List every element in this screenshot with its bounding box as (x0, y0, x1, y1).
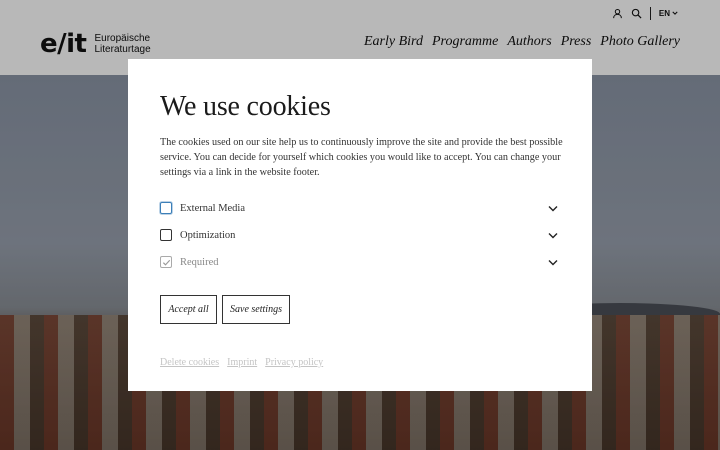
optimization-checkbox[interactable] (160, 229, 172, 241)
save-settings-button[interactable]: Save settings (222, 295, 290, 324)
chevron-down-icon[interactable] (548, 203, 558, 213)
delete-cookies-link[interactable]: Delete cookies (160, 357, 219, 368)
privacy-policy-link[interactable]: Privacy policy (265, 357, 323, 368)
optimization-label: Optimization (180, 229, 236, 241)
chevron-down-icon[interactable] (548, 230, 558, 240)
cookie-dialog-title: We use cookies (160, 91, 331, 122)
required-label: Required (180, 256, 219, 268)
cookie-option-optimization[interactable]: Optimization (160, 227, 558, 243)
external-media-checkbox[interactable] (160, 202, 172, 214)
cookie-dialog-description: The cookies used on our site help us to … (160, 137, 563, 178)
cookie-dialog-links: Delete cookies Imprint Privacy policy (160, 357, 323, 368)
external-media-label: External Media (180, 202, 246, 214)
accept-all-button[interactable]: Accept all (160, 295, 217, 324)
imprint-link[interactable]: Imprint (227, 357, 257, 368)
required-checkbox (160, 256, 172, 268)
cookie-consent-dialog: We use cookies The cookies used on our s… (128, 59, 592, 391)
chevron-down-icon[interactable] (548, 257, 558, 267)
cookie-option-required[interactable]: Required (160, 254, 558, 270)
checkmark-icon (162, 259, 171, 266)
cookie-option-external-media[interactable]: External Media (160, 200, 558, 216)
